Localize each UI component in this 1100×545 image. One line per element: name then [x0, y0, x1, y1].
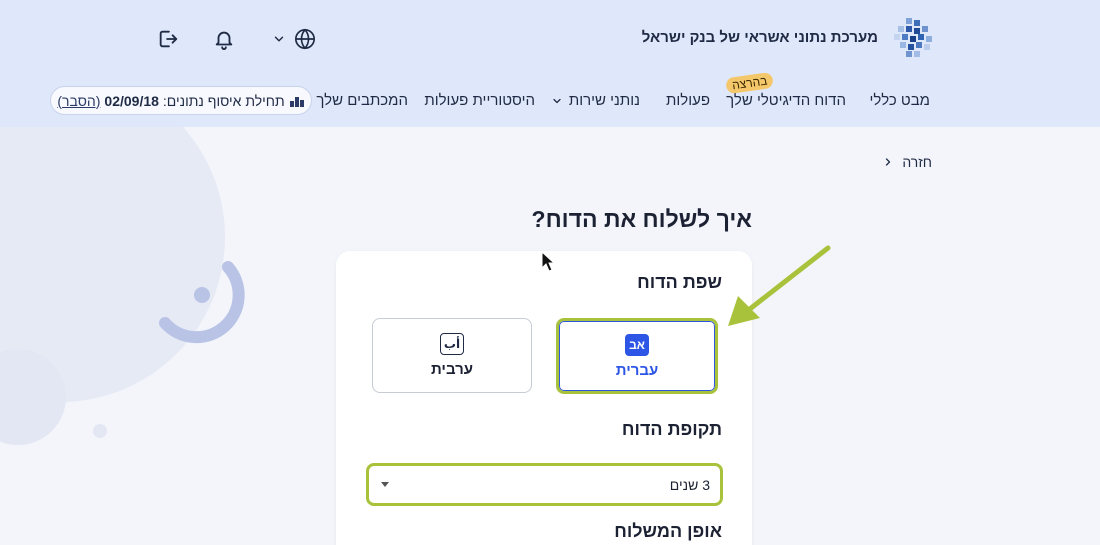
beta-badge: בהרצה — [725, 71, 775, 95]
bank-of-israel-logo — [894, 18, 932, 57]
language-option-hebrew[interactable]: אב עברית — [556, 318, 718, 394]
nav-action-history[interactable]: היסטוריית פעולות — [424, 92, 535, 109]
database-icon — [289, 96, 304, 107]
nav-actions[interactable]: פעולות — [666, 92, 710, 109]
nav-service-providers[interactable]: נותני שירות — [551, 92, 640, 109]
back-link[interactable]: חזרה — [882, 154, 932, 170]
report-period-title: תקופת הדוח — [621, 419, 722, 439]
language-option-arabic[interactable]: أب ערבית — [372, 318, 532, 393]
globe-icon — [295, 28, 315, 50]
nav-overview[interactable]: מבט כללי — [870, 92, 930, 109]
background-decoration — [0, 127, 245, 445]
page-title: איך לשלוח את הדוח? — [531, 206, 752, 232]
nav-digital-report[interactable]: הדוח הדיגיטלי שלך — [726, 92, 846, 109]
report-period-select[interactable]: 3 שנים — [366, 463, 723, 506]
nav-service-providers-label: נותני שירות — [568, 92, 640, 109]
language-option-label: ערבית — [430, 361, 474, 378]
logout-icon[interactable] — [155, 26, 181, 52]
delivery-method-title: אופן המשלוח — [614, 521, 722, 541]
caret-down-icon — [381, 482, 389, 487]
chevron-down-icon — [553, 98, 561, 103]
report-language-title: שפת הדוח — [637, 272, 722, 292]
nav-your-letters[interactable]: המכתבים שלך — [316, 92, 408, 109]
language-option-label: עברית — [615, 361, 659, 379]
data-collection-date: 02/09/18 — [104, 92, 159, 109]
language-selector[interactable] — [268, 26, 320, 52]
chevron-down-icon — [274, 36, 284, 42]
hebrew-letters-icon: אב — [625, 333, 649, 356]
bell-icon[interactable] — [211, 26, 237, 52]
app-title: מערכת נתוני אשראי של בנק ישראל — [641, 29, 878, 46]
top-header: מערכת נתוני אשראי של בנק ישראל מבט כללי … — [0, 0, 1100, 127]
explain-link[interactable]: (הסבר) — [57, 93, 100, 109]
arabic-letters-icon: أب — [440, 333, 464, 355]
data-collection-info: תחילת איסוף נתונים: 02/09/18 (הסבר) — [50, 86, 312, 115]
back-label: חזרה — [902, 154, 932, 170]
data-collection-label: תחילת איסוף נתונים: — [162, 92, 285, 109]
report-period-value: 3 שנים — [669, 476, 710, 493]
chevron-right-icon — [886, 158, 891, 166]
